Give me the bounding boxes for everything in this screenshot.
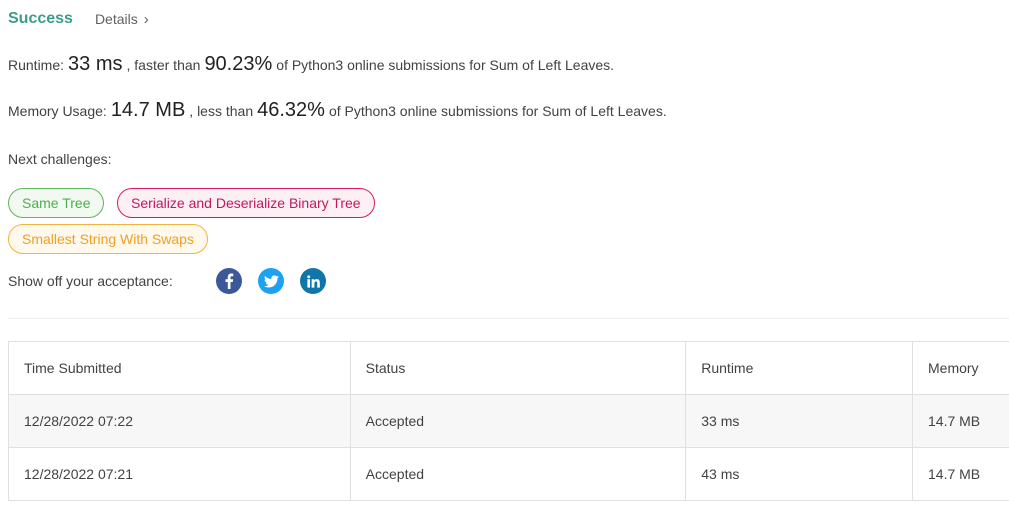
runtime-comparison: , faster than	[126, 57, 201, 73]
runtime-percent: 90.23%	[204, 53, 273, 75]
cell-time: 12/28/2022 07:21	[8, 447, 351, 501]
cell-status-accepted[interactable]: Accepted	[349, 447, 687, 501]
cell-memory: 14.7 MB	[912, 394, 1009, 448]
memory-comparison: , less than	[189, 103, 254, 119]
runtime-value: 33 ms	[68, 53, 123, 75]
cell-time: 12/28/2022 07:22	[8, 394, 351, 448]
challenge-chip-smallest-string[interactable]: Smallest String With Swaps	[8, 224, 208, 254]
cell-runtime: 33 ms	[685, 394, 913, 448]
runtime-summary: Runtime: 33 ms , faster than 90.23% of P…	[8, 53, 614, 76]
linkedin-icon[interactable]	[300, 268, 326, 294]
details-label: Details	[94, 11, 138, 27]
status-title: Success	[8, 10, 73, 27]
column-header-time[interactable]: Time Submitted	[8, 341, 351, 395]
next-challenges-label: Next challenges:	[8, 151, 112, 167]
table-row[interactable]: 12/28/2022 07:21 Accepted 43 ms 14.7 MB	[8, 447, 1009, 501]
table-row[interactable]: 12/28/2022 07:22 Accepted 33 ms 14.7 MB	[8, 394, 1009, 448]
result-header: Success Details ›	[8, 8, 149, 30]
runtime-label: Runtime:	[8, 57, 65, 73]
column-header-memory[interactable]: Memory	[912, 341, 1009, 395]
runtime-suffix: of Python3 online submissions for Sum of…	[276, 57, 615, 73]
submissions-table: Time Submitted Status Runtime Memory 12/…	[8, 341, 1009, 501]
challenge-chip-serialize-tree[interactable]: Serialize and Deserialize Binary Tree	[117, 188, 375, 218]
memory-value: 14.7 MB	[110, 99, 186, 121]
section-divider	[8, 318, 1009, 319]
table-header-row: Time Submitted Status Runtime Memory	[8, 341, 1009, 395]
memory-percent: 46.32%	[257, 99, 325, 121]
memory-label: Memory Usage:	[8, 103, 107, 119]
challenge-chip-same-tree[interactable]: Same Tree	[8, 188, 105, 218]
cell-memory: 14.7 MB	[912, 447, 1009, 501]
cell-runtime: 43 ms	[685, 447, 913, 501]
share-label: Show off your acceptance:	[8, 273, 173, 289]
memory-suffix: of Python3 online submissions for Sum of…	[328, 103, 667, 119]
twitter-icon[interactable]	[258, 268, 284, 294]
column-header-status[interactable]: Status	[349, 341, 687, 395]
cell-status-accepted[interactable]: Accepted	[349, 394, 687, 448]
column-header-runtime[interactable]: Runtime	[685, 341, 913, 395]
chevron-right-icon: ›	[143, 10, 149, 28]
memory-summary: Memory Usage: 14.7 MB , less than 46.32%…	[8, 99, 667, 122]
facebook-icon[interactable]	[216, 268, 242, 294]
details-link[interactable]: Details ›	[95, 11, 149, 28]
